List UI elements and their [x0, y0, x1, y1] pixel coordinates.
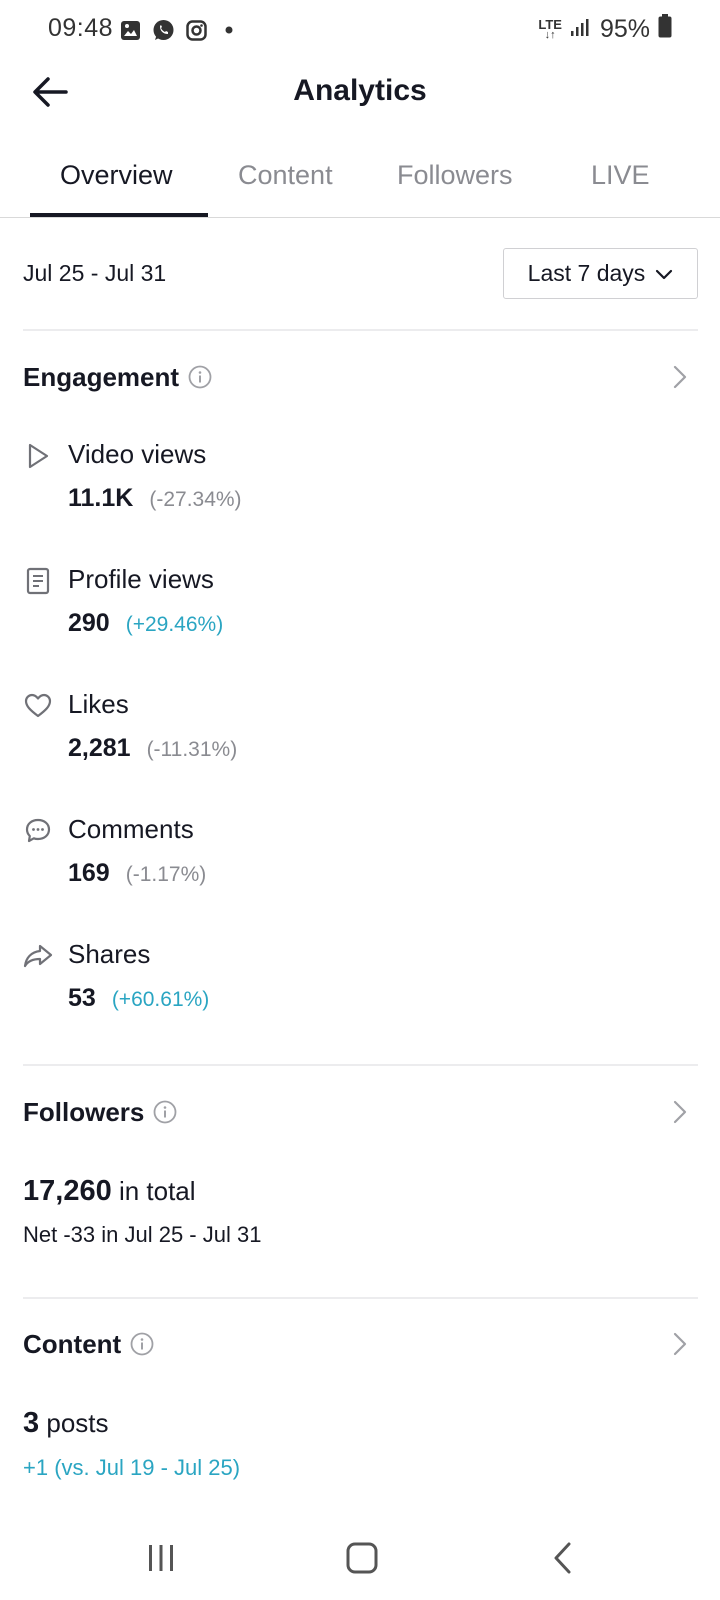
- active-tab-indicator: [30, 213, 208, 217]
- back-icon: [554, 1542, 571, 1574]
- tab-content[interactable]: Content: [238, 160, 333, 191]
- status-bar: 09:48 LTE ↓↑ 95%: [0, 0, 720, 60]
- status-indicators: LTE ↓↑ 95%: [538, 14, 672, 45]
- followers-total-suffix: in total: [118, 1176, 196, 1206]
- content-title: Content: [23, 1328, 122, 1359]
- metric-value: 290 (+29.46%): [68, 609, 223, 638]
- engagement-title: Engagement: [23, 361, 180, 392]
- followers-net: Net -33 in Jul 25 - Jul 31: [23, 1222, 262, 1247]
- metric-value: 2,281 (-11.31%): [68, 734, 237, 763]
- notification-icons: [118, 18, 241, 42]
- system-back-button[interactable]: [538, 1538, 588, 1578]
- metric-change: (-11.31%): [146, 738, 238, 761]
- followers-title: Followers: [23, 1096, 145, 1127]
- date-row: Jul 25 - Jul 31 Last 7 days: [23, 248, 698, 300]
- play-icon: [23, 441, 53, 471]
- chevron-right-icon: [668, 1099, 692, 1125]
- divider: [23, 329, 698, 331]
- status-time: 09:48: [48, 14, 114, 42]
- battery-icon: [658, 14, 672, 45]
- metric-number: 2,281: [68, 734, 131, 762]
- followers-total: 17,260 in total: [23, 1175, 196, 1208]
- metric-change: (+29.46%): [125, 613, 224, 636]
- tab-live[interactable]: LIVE: [591, 160, 650, 191]
- dot-icon: [217, 18, 241, 42]
- profile-card-icon: [23, 566, 53, 596]
- instagram-icon: [184, 18, 208, 42]
- date-range-dropdown[interactable]: Last 7 days: [503, 248, 698, 299]
- app-header: Analytics: [0, 60, 720, 124]
- metric-number: 53: [68, 984, 96, 1012]
- metric-number: 290: [68, 609, 110, 637]
- recent-apps-icon: [149, 1545, 173, 1571]
- home-icon: [346, 1542, 378, 1574]
- share-icon: [23, 941, 53, 971]
- tab-overview[interactable]: Overview: [60, 160, 173, 191]
- posts-comparison: +1 (vs. Jul 19 - Jul 25): [23, 1455, 241, 1480]
- chevron-right-icon: [668, 364, 692, 390]
- page-title: Analytics: [293, 74, 427, 107]
- metric-label: Shares: [68, 939, 151, 969]
- followers-header[interactable]: Followers: [23, 1092, 698, 1132]
- chevron-right-icon: [668, 1331, 692, 1357]
- metric-shares: Shares 53 (+60.61%): [23, 936, 623, 1036]
- info-icon[interactable]: [129, 1331, 155, 1357]
- metric-value: 11.1K (-27.34%): [68, 484, 242, 513]
- metric-change: (-27.34%): [149, 488, 242, 511]
- metric-change: (+60.61%): [111, 988, 210, 1011]
- recent-apps-button[interactable]: [136, 1538, 186, 1578]
- comment-icon: [23, 816, 53, 846]
- metric-value: 169 (-1.17%): [68, 859, 206, 888]
- metric-label: Likes: [68, 689, 129, 719]
- followers-count: 17,260: [23, 1175, 112, 1207]
- metric-label: Profile views: [68, 564, 214, 594]
- metric-profile-views: Profile views 290 (+29.46%): [23, 561, 623, 661]
- signal-icon: [570, 15, 592, 44]
- date-range-label: Jul 25 - Jul 31: [23, 260, 167, 286]
- metric-change: (-1.17%): [125, 863, 207, 886]
- info-icon[interactable]: [152, 1099, 178, 1125]
- heart-icon: [23, 691, 53, 721]
- metric-comments: Comments 169 (-1.17%): [23, 811, 623, 911]
- home-button[interactable]: [337, 1538, 387, 1578]
- divider: [23, 1297, 698, 1299]
- tab-followers[interactable]: Followers: [397, 160, 513, 191]
- metric-number: 169: [68, 859, 110, 887]
- battery-percent: 95%: [599, 15, 650, 43]
- whatsapp-icon: [151, 18, 175, 42]
- divider: [23, 1064, 698, 1066]
- tab-bar: Overview Content Followers LIVE: [0, 148, 720, 218]
- metric-label: Comments: [68, 814, 194, 844]
- chevron-down-icon: [656, 269, 673, 279]
- metric-likes: Likes 2,281 (-11.31%): [23, 686, 623, 786]
- engagement-header[interactable]: Engagement: [23, 357, 698, 397]
- metric-video-views: Video views 11.1K (-27.34%): [23, 436, 623, 536]
- info-icon[interactable]: [187, 364, 213, 390]
- content-header[interactable]: Content: [23, 1324, 698, 1364]
- network-type: LTE: [538, 16, 562, 32]
- lte-icon: LTE ↓↑: [538, 16, 562, 41]
- metric-value: 53 (+60.61%): [68, 984, 209, 1013]
- date-range-value: Last 7 days: [527, 260, 646, 286]
- metric-number: 11.1K: [68, 484, 134, 512]
- metric-label: Video views: [68, 439, 207, 469]
- posts-suffix: posts: [46, 1408, 109, 1438]
- content-posts: 3 posts: [23, 1407, 109, 1440]
- posts-count: 3: [23, 1407, 40, 1439]
- gallery-icon: [118, 18, 142, 42]
- system-nav-bar: [0, 1520, 720, 1600]
